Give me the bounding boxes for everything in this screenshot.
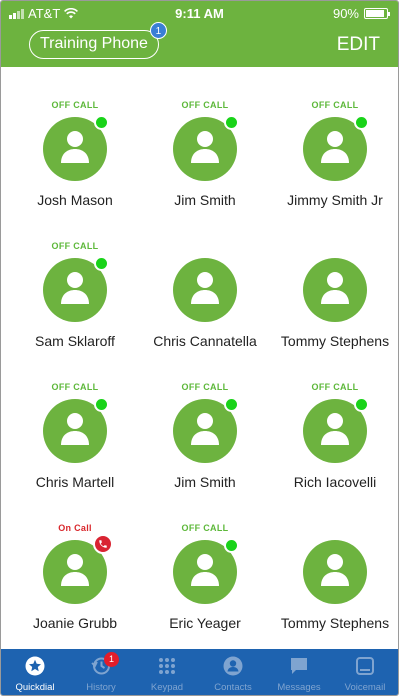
- person-icon: [191, 413, 219, 445]
- quickdial-tile[interactable]: OFF CALL Jimmy Smith Jr: [270, 67, 398, 208]
- contact-name: Tommy Stephens: [280, 615, 390, 631]
- avatar: [303, 258, 367, 322]
- avatar: [173, 258, 237, 322]
- presence-dot: [224, 397, 239, 412]
- quickdial-tile[interactable]: Tommy Stephens: [270, 208, 398, 349]
- call-status-label: OFF CALL: [181, 523, 229, 533]
- avatar: [303, 540, 367, 604]
- tab-contacts[interactable]: Contacts: [203, 649, 263, 695]
- app-frame: AT&T 9:11 AM 90% Training Phone 1 EDIT O…: [0, 0, 399, 696]
- call-status-label: OFF CALL: [181, 100, 229, 110]
- person-icon: [321, 413, 349, 445]
- battery-percent: 90%: [332, 6, 359, 21]
- quickdial-grid: OFF CALL Josh Mason OFF CALL Jim Smith OFF C…: [1, 67, 398, 649]
- presence-dot: [354, 397, 369, 412]
- call-status-label: OFF CALL: [51, 241, 99, 251]
- person-icon: [61, 131, 89, 163]
- call-status-label: OFF CALL: [181, 382, 229, 392]
- tab-label: Voicemail: [344, 682, 386, 693]
- header: AT&T 9:11 AM 90% Training Phone 1 EDIT: [1, 1, 398, 67]
- call-status-label: On Call: [58, 523, 92, 533]
- contact-name: Jimmy Smith Jr: [287, 192, 383, 208]
- quickdial-tile[interactable]: OFF CALL Chris Martell: [10, 349, 140, 490]
- phone-selector-button[interactable]: Training Phone 1: [29, 22, 167, 59]
- quickdial-tile[interactable]: OFF CALL Rich Iacovelli: [270, 349, 398, 490]
- contact-name: Jim Smith: [174, 192, 236, 208]
- presence-dot: [94, 115, 109, 130]
- person-icon: [191, 131, 219, 163]
- call-status-label: OFF CALL: [51, 100, 99, 110]
- person-icon: [61, 554, 89, 586]
- quickdial-tile[interactable]: OFF CALL Josh Mason: [10, 67, 140, 208]
- phone-icon: [93, 534, 113, 554]
- contact-name: Joanie Grubb: [32, 615, 118, 631]
- status-bar: AT&T 9:11 AM 90%: [1, 1, 398, 25]
- contact-name: Tommy Stephens: [280, 333, 390, 349]
- call-status-label: OFF CALL: [51, 382, 99, 392]
- tab-label: History: [86, 682, 116, 693]
- tab-bar: Quickdial 1 History Keypad Contacts Messages V…: [1, 649, 398, 695]
- battery-icon: [364, 8, 390, 19]
- tab-keypad[interactable]: Keypad: [137, 649, 197, 695]
- tab-label: Quickdial: [15, 682, 55, 693]
- presence-dot: [224, 115, 239, 130]
- quickdial-tile[interactable]: OFF CALL Jim Smith: [140, 349, 270, 490]
- edit-button[interactable]: EDIT: [337, 34, 380, 56]
- status-right: 90%: [332, 6, 390, 21]
- person-icon: [191, 272, 219, 304]
- person-icon: [191, 554, 219, 586]
- tab-voicemail[interactable]: Voicemail: [335, 649, 395, 695]
- tab-label: Keypad: [150, 682, 184, 693]
- contact-name: Chris Cannatella: [153, 333, 257, 349]
- call-status-label: OFF CALL: [311, 382, 359, 392]
- presence-dot: [94, 397, 109, 412]
- contact-name: Jim Smith: [174, 474, 236, 490]
- quickdial-tile[interactable]: Tommy Stephens: [270, 490, 398, 631]
- phone-selector-label: Training Phone: [40, 35, 148, 52]
- quickdial-tile[interactable]: OFF CALL Jim Smith: [140, 67, 270, 208]
- presence-dot: [354, 115, 369, 130]
- call-status-label: OFF CALL: [311, 100, 359, 110]
- keypad-icon: [157, 656, 177, 676]
- presence-dot: [224, 538, 239, 553]
- battery-fill: [366, 10, 384, 17]
- quickdial-tile[interactable]: OFF CALL Sam Sklaroff: [10, 208, 140, 349]
- contact-name: Eric Yeager: [169, 615, 241, 631]
- tab-messages[interactable]: Messages: [269, 649, 329, 695]
- contact-icon: [223, 656, 243, 676]
- message-icon: [289, 656, 309, 676]
- tab-label: Contacts: [214, 682, 252, 693]
- voicemail-icon: [355, 656, 375, 676]
- tab-label: Messages: [277, 682, 321, 693]
- person-icon: [321, 554, 349, 586]
- person-icon: [61, 272, 89, 304]
- contact-name: Josh Mason: [37, 192, 113, 208]
- quickdial-tile[interactable]: Chris Cannatella: [140, 208, 270, 349]
- person-icon: [61, 413, 89, 445]
- person-icon: [321, 131, 349, 163]
- star-icon: [25, 656, 45, 676]
- contact-name: Rich Iacovelli: [293, 474, 377, 490]
- contact-name: Sam Sklaroff: [35, 333, 115, 349]
- quickdial-tile[interactable]: On Call Joanie Grubb: [10, 490, 140, 631]
- quickdial-tile[interactable]: OFF CALL Eric Yeager: [140, 490, 270, 631]
- person-icon: [321, 272, 349, 304]
- tab-history[interactable]: 1 History: [71, 649, 131, 695]
- phone-badge: 1: [149, 22, 167, 39]
- tab-quickdial[interactable]: Quickdial: [5, 649, 65, 695]
- tab-badge: 1: [104, 652, 119, 667]
- contact-name: Chris Martell: [35, 474, 115, 490]
- presence-dot: [94, 256, 109, 271]
